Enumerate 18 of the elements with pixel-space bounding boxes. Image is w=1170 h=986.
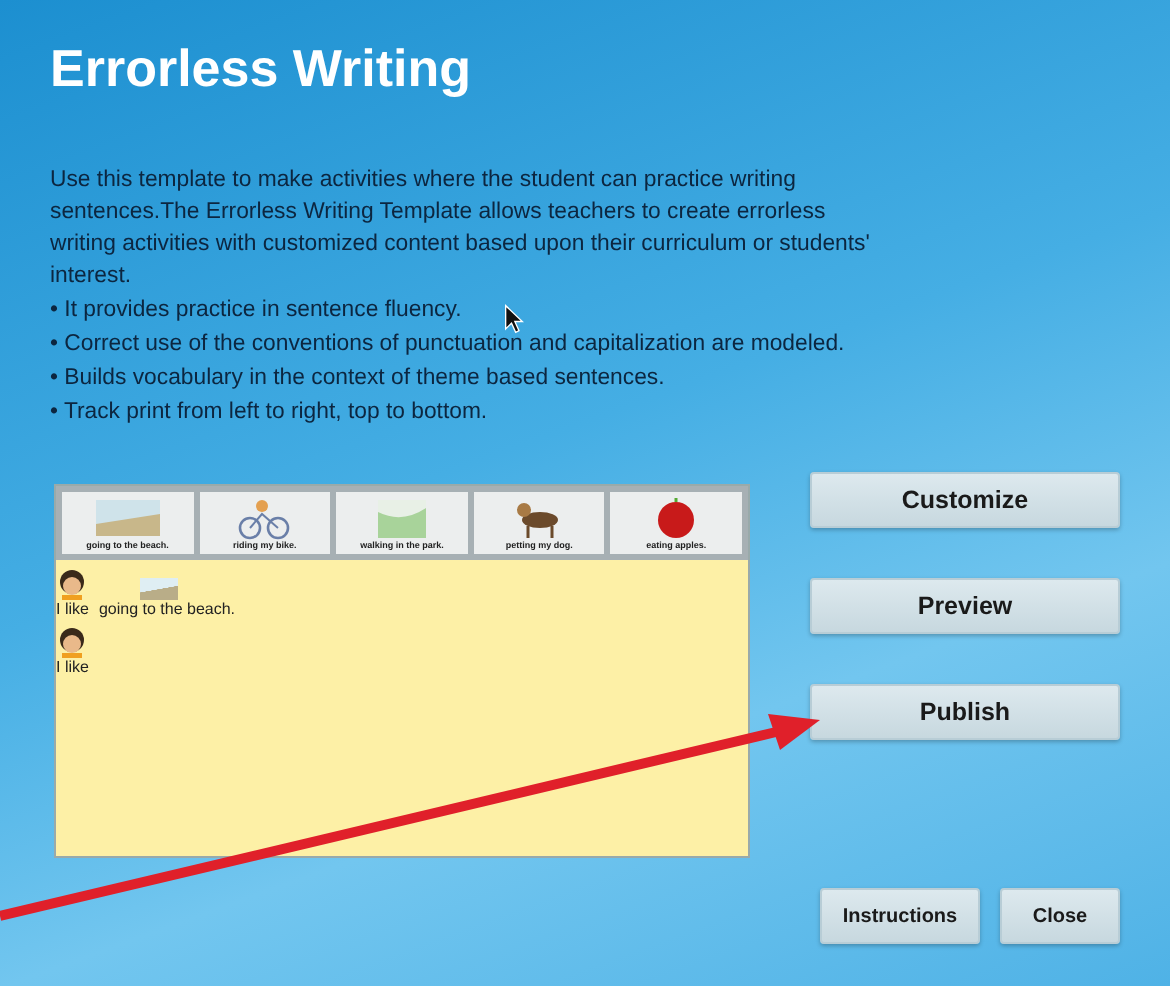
child-avatar-icon	[56, 626, 88, 658]
bullet-item: • Correct use of the conventions of punctuation and capitalization are modeled.	[50, 330, 845, 360]
bullet-item: • Builds vocabulary in the context of theme based sentences.	[50, 364, 665, 394]
sentence-word: I like	[56, 600, 89, 618]
child-avatar-icon	[56, 568, 88, 600]
mouse-cursor-icon	[504, 304, 524, 334]
sentence-word: going to the beach.	[98, 600, 236, 618]
intro-paragraph: Use this template to make activities where the student can practice writing sentences.The Errorless Writing Template allows teachers to create errorless writing activities with customized content based upon their curriculum or students' interest.	[50, 166, 872, 292]
footer-button[interactable]: Close	[1000, 888, 1120, 944]
action-button[interactable]: Preview	[810, 578, 1120, 634]
page-title: Errorless Writing	[50, 36, 473, 102]
bullet-item: • It provides practice in sentence fluency.	[50, 296, 462, 326]
bullet-item: • Track print from left to right, top to bottom.	[50, 398, 488, 428]
beach-thumbnail	[140, 578, 178, 600]
sentence-word: I like	[56, 658, 89, 676]
action-button[interactable]: Customize	[810, 472, 1120, 528]
footer-button[interactable]: Instructions	[820, 888, 980, 944]
action-button[interactable]: Publish	[810, 684, 1120, 740]
